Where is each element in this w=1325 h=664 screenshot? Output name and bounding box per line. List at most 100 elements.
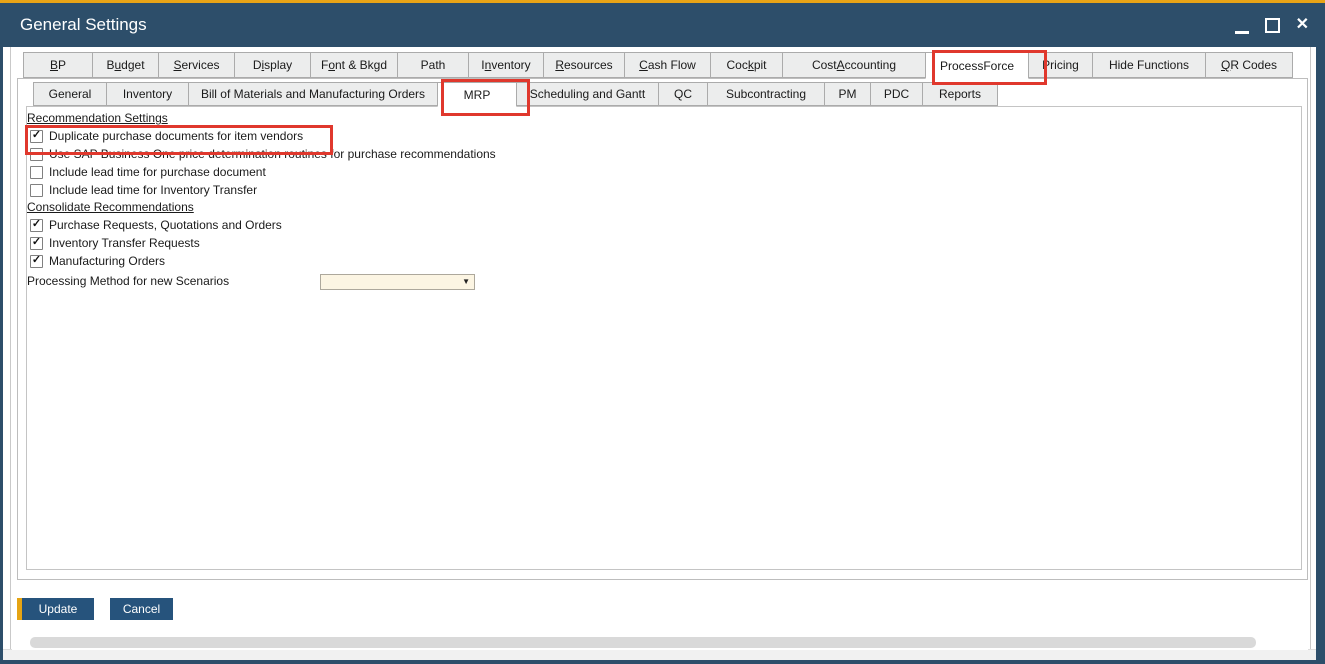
- tab-label-part: P: [58, 58, 66, 72]
- checkmark-icon: ✓: [32, 219, 41, 230]
- tab-label-part: Cost: [812, 58, 837, 72]
- tab-label: Bill of Materials and Manufacturing Orde…: [201, 87, 425, 101]
- tab-display[interactable]: Display: [234, 52, 311, 78]
- window-title: General Settings: [20, 3, 147, 47]
- checkbox-row-manufacturing-orders: ✓ Manufacturing Orders: [30, 253, 165, 269]
- tab-label-part: Coc: [726, 58, 747, 72]
- tab-cash-flow[interactable]: Cash Flow: [624, 52, 711, 78]
- general-settings-window: General Settings ✕ BP Budget Services Di…: [0, 0, 1325, 664]
- tab-label: Inventory: [123, 87, 172, 101]
- title-bar: General Settings ✕: [0, 3, 1325, 47]
- minimize-icon[interactable]: [1235, 31, 1249, 34]
- annotation-box-duplicate-checkbox: [25, 125, 333, 155]
- scrollbar-thumb[interactable]: [30, 637, 1256, 648]
- tab-label: QC: [674, 87, 692, 101]
- annotation-box-mrp: [441, 79, 530, 116]
- cancel-button[interactable]: Cancel: [110, 598, 173, 620]
- window-border-right: [1316, 47, 1325, 664]
- tab-label-part: ccounting: [845, 58, 896, 72]
- annotation-box-processforce: [932, 50, 1047, 85]
- tab-label-part: S: [173, 58, 181, 72]
- tab-hide-functions[interactable]: Hide Functions: [1092, 52, 1206, 78]
- close-icon[interactable]: ✕: [1296, 17, 1309, 33]
- window-border-left: [0, 47, 3, 664]
- tab-cost-accounting[interactable]: Cost Accounting: [782, 52, 926, 78]
- checkbox-label: Purchase Requests, Quotations and Orders: [49, 218, 282, 232]
- tab-label: Subcontracting: [726, 87, 806, 101]
- tab-label-part: B: [106, 58, 114, 72]
- inner-frame-right: [1310, 47, 1311, 649]
- tab-subcontracting[interactable]: Subcontracting: [707, 82, 825, 106]
- tab-label-part: nt & Bkgd: [335, 58, 387, 72]
- checkbox[interactable]: [30, 184, 43, 197]
- tab-label-part: ash Flow: [648, 58, 696, 72]
- tab-cockpit[interactable]: Cockpit: [710, 52, 783, 78]
- consolidate-recommendations-header: Consolidate Recommendations: [27, 200, 194, 214]
- tab-label-part: D: [253, 58, 262, 72]
- checkbox-row-purchase-requests: ✓ Purchase Requests, Quotations and Orde…: [30, 217, 282, 233]
- window-controls: ✕: [1235, 3, 1309, 47]
- tab-scheduling-gantt[interactable]: Scheduling and Gantt: [516, 82, 659, 106]
- tab-label-part: ventory: [491, 58, 530, 72]
- tab-label: General: [49, 87, 92, 101]
- tab-label-part: R Codes: [1230, 58, 1277, 72]
- tab-path[interactable]: Path: [397, 52, 469, 78]
- tab-label-part: Path: [421, 58, 446, 72]
- processing-method-dropdown[interactable]: ▼: [320, 274, 475, 290]
- tab-pm[interactable]: PM: [824, 82, 871, 106]
- tab-qc[interactable]: QC: [658, 82, 708, 106]
- tab-services[interactable]: Services: [158, 52, 235, 78]
- tab-qr-codes[interactable]: QR Codes: [1205, 52, 1293, 78]
- tab-label-part: A: [837, 58, 845, 72]
- recommendation-settings-header: Recommendation Settings: [27, 111, 168, 125]
- processing-method-label: Processing Method for new Scenarios: [27, 274, 229, 288]
- tab-label-part: Pricing: [1042, 58, 1079, 72]
- tab-label-part: Q: [1221, 58, 1230, 72]
- tab-pf-inventory[interactable]: Inventory: [106, 82, 189, 106]
- tab-label-part: C: [639, 58, 648, 72]
- update-button[interactable]: Update: [17, 598, 94, 620]
- checkbox-label: Include lead time for Inventory Transfer: [49, 183, 257, 197]
- tab-general[interactable]: General: [33, 82, 107, 106]
- maximize-icon[interactable]: [1265, 18, 1280, 33]
- tab-reports[interactable]: Reports: [922, 82, 998, 106]
- checkbox-row-lead-time-transfer: Include lead time for Inventory Transfer: [30, 182, 257, 198]
- tab-label-part: n: [485, 58, 492, 72]
- tab-label-part: o: [328, 58, 335, 72]
- checkbox-row-lead-time-purchase: Include lead time for purchase document: [30, 164, 266, 180]
- tab-label: PM: [839, 87, 857, 101]
- inner-frame-left: [10, 47, 11, 649]
- tab-label: PDC: [884, 87, 909, 101]
- tab-label-part: B: [50, 58, 58, 72]
- checkmark-icon: ✓: [32, 255, 41, 266]
- checkbox-label: Manufacturing Orders: [49, 254, 165, 268]
- tab-bom-manufacturing-orders[interactable]: Bill of Materials and Manufacturing Orde…: [188, 82, 438, 106]
- checkbox[interactable]: ✓: [30, 219, 43, 232]
- tab-label-part: splay: [264, 58, 292, 72]
- tab-resources[interactable]: Resources: [543, 52, 625, 78]
- tab-bp[interactable]: BP: [23, 52, 93, 78]
- tab-label-part: ervices: [182, 58, 220, 72]
- checkbox[interactable]: [30, 166, 43, 179]
- checkbox-row-inventory-transfer-requests: ✓ Inventory Transfer Requests: [30, 235, 200, 251]
- tab-label-part: dget: [121, 58, 144, 72]
- status-strip: [3, 649, 1316, 660]
- tab-font-bkgd[interactable]: Font & Bkgd: [310, 52, 398, 78]
- tab-label-part: R: [555, 58, 564, 72]
- tab-label-part: pit: [754, 58, 767, 72]
- checkbox[interactable]: ✓: [30, 237, 43, 250]
- checkbox-label: Inventory Transfer Requests: [49, 236, 200, 250]
- chevron-down-icon: ▼: [462, 278, 474, 286]
- tab-label-part: F: [321, 58, 328, 72]
- tab-label-part: Hide Functions: [1109, 58, 1189, 72]
- tab-inventory[interactable]: Inventory: [468, 52, 544, 78]
- tab-pdc[interactable]: PDC: [870, 82, 923, 106]
- tab-budget[interactable]: Budget: [92, 52, 159, 78]
- tab-label: Scheduling and Gantt: [530, 87, 645, 101]
- tab-label-part: esources: [564, 58, 613, 72]
- checkbox-label: Include lead time for purchase document: [49, 165, 266, 179]
- tab-label-part: u: [114, 58, 121, 72]
- horizontal-scrollbar[interactable]: [12, 634, 1308, 650]
- checkbox[interactable]: ✓: [30, 255, 43, 268]
- tab-row-main: BP Budget Services Display Font & Bkgd P…: [23, 52, 1293, 78]
